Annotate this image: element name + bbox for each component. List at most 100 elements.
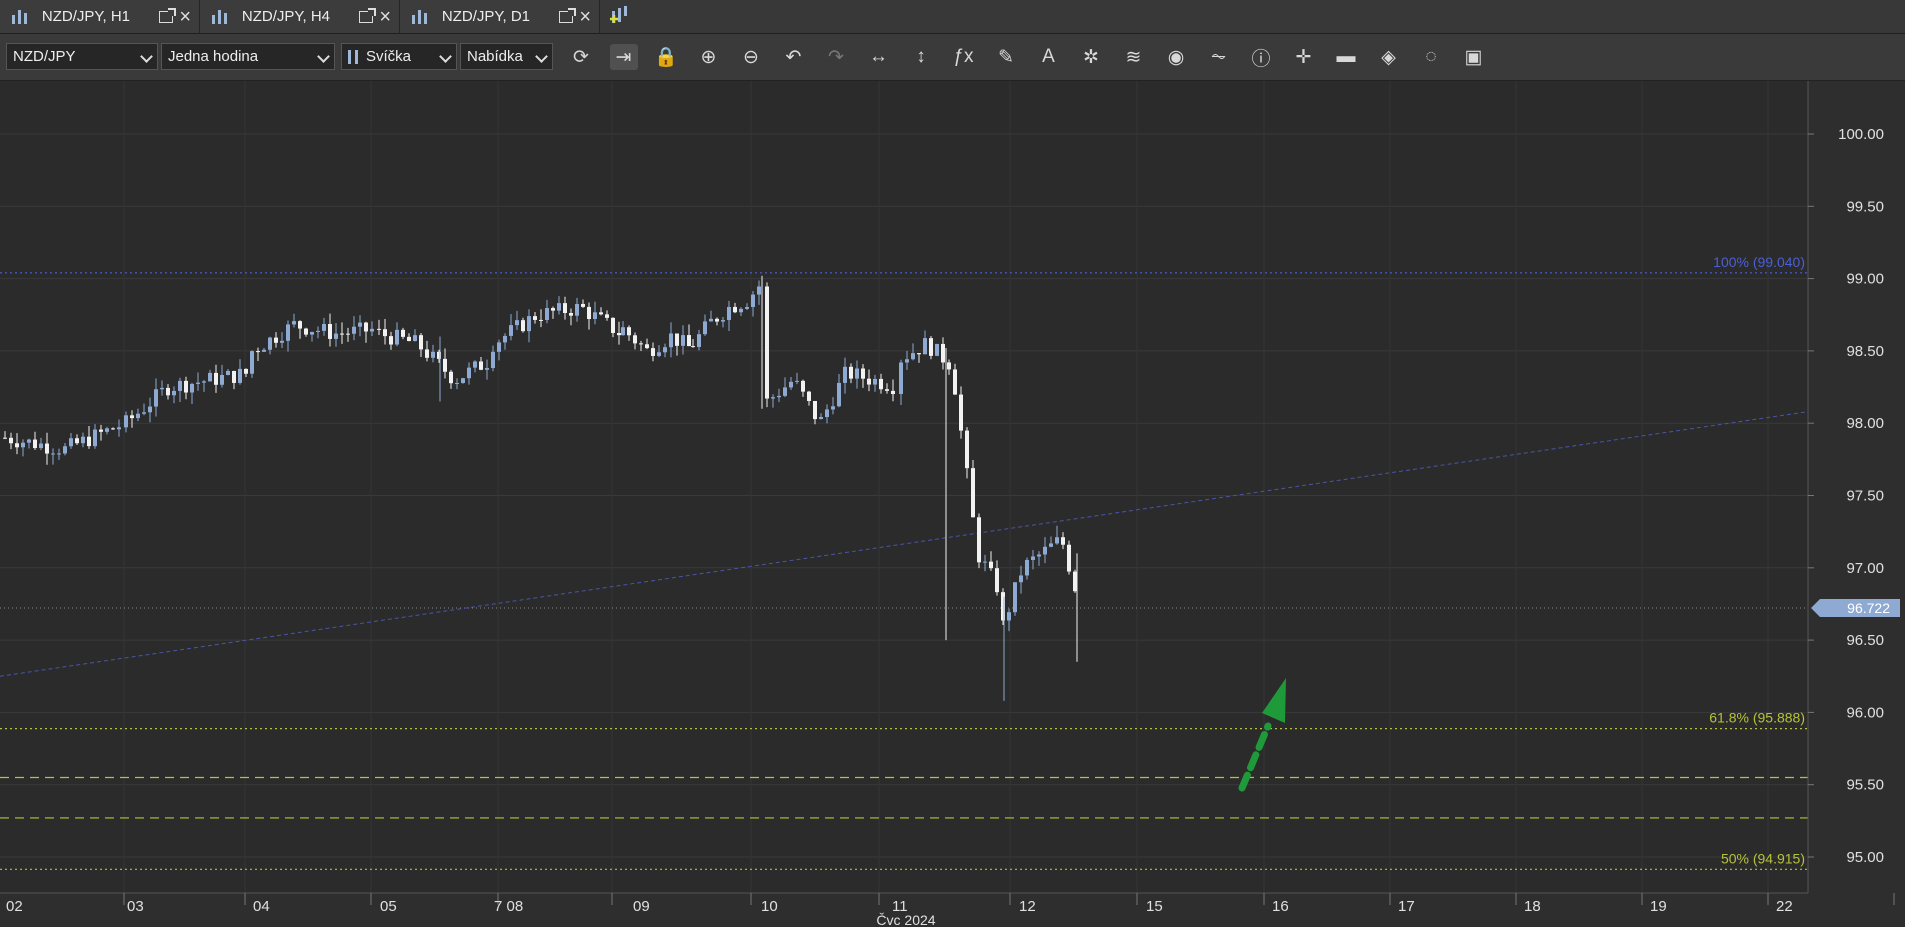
horizontal-scale-icon[interactable]: ↔ (865, 44, 893, 70)
candle-body (563, 303, 567, 314)
text-icon[interactable]: A (1035, 44, 1063, 70)
info-icon[interactable]: ⓘ (1247, 44, 1275, 70)
candle-body (739, 308, 743, 313)
candle-body (130, 415, 134, 419)
candle-body (765, 286, 769, 399)
popout-icon[interactable] (559, 7, 577, 23)
close-icon[interactable]: × (179, 7, 191, 27)
candle-body (479, 361, 483, 370)
fib-level-label: 50% (94.915) (1721, 850, 1805, 866)
candle-body (431, 351, 435, 358)
zoom-out-icon[interactable]: ⊖ (737, 44, 765, 70)
patterns-icon[interactable]: ✲ (1077, 44, 1105, 70)
candle-body (1031, 556, 1035, 560)
close-icon[interactable]: × (579, 7, 591, 27)
candle-body (136, 413, 140, 419)
candle-body (3, 437, 7, 439)
layers-icon[interactable]: ≋ (1120, 44, 1148, 70)
zoom-in-icon[interactable]: ⊕ (695, 44, 723, 70)
candle-body (39, 443, 43, 449)
candle-body (148, 406, 152, 413)
chart-type-select[interactable]: Svíčka (341, 43, 457, 70)
new-chart-tab-icon[interactable] (606, 3, 634, 29)
tab-nzdjpy-h4[interactable]: NZD/JPY, H4 × (200, 0, 400, 33)
candle-type-icon (348, 49, 360, 64)
candle-body (593, 312, 597, 319)
candle-body (178, 380, 182, 391)
tab-label: NZD/JPY, D1 (441, 8, 531, 25)
candle-body (226, 370, 230, 375)
candle-body (545, 308, 549, 321)
candle-body (310, 331, 314, 335)
period-select[interactable]: Jedna hodina (161, 43, 335, 70)
candle-body (521, 320, 525, 332)
candle-body (687, 335, 691, 347)
time-tick-label: 09 (633, 898, 650, 915)
candle-body (142, 412, 146, 414)
candle-body (184, 380, 188, 393)
shift-chart-icon[interactable]: ⇥ (609, 44, 638, 70)
candle-body (250, 351, 254, 374)
candle-body (443, 358, 447, 372)
candle-body (681, 335, 685, 346)
candle-body (425, 349, 429, 358)
candle-body (727, 306, 731, 321)
signals-icon[interactable]: ⏦ (1205, 44, 1233, 70)
tab-nzdjpy-h1[interactable]: NZD/JPY, H1 × (0, 0, 200, 33)
indicators-fx-icon[interactable]: ƒx (950, 44, 978, 70)
eye-icon[interactable]: ◉ (1162, 44, 1190, 70)
price-tick-label: 97.00 (1846, 560, 1884, 577)
candle-body (117, 427, 121, 430)
candle-body (166, 387, 170, 396)
candle-body (879, 378, 883, 390)
candle-body (160, 387, 164, 390)
candle-body (891, 390, 895, 395)
price-type-select[interactable]: Nabídka (460, 43, 553, 70)
vertical-scale-icon[interactable]: ↕ (907, 44, 935, 70)
candle-body (587, 306, 591, 319)
draw-pencil-icon[interactable]: ✎ (992, 44, 1020, 70)
popout-icon[interactable] (159, 7, 177, 23)
candle-body (575, 303, 579, 316)
candle-body (837, 382, 841, 407)
price-chart[interactable]: 100% (99.040)61.8% (95.888)50% (94.915) … (0, 81, 1905, 927)
refresh-icon[interactable]: ⟳ (567, 44, 595, 70)
fib-level-label: 100% (99.040) (1713, 254, 1805, 270)
color-bar-icon[interactable]: ▬ (1332, 44, 1360, 70)
paint-bucket-icon[interactable]: ◈ (1375, 44, 1403, 70)
candle-body (751, 294, 755, 308)
candle-body (124, 415, 128, 428)
lock-icon[interactable]: 🔒 (652, 44, 680, 70)
time-tick-label: 7 08 (494, 898, 523, 915)
instrument-value: NZD/JPY (13, 48, 76, 65)
candle-body (645, 344, 649, 349)
undo-icon[interactable]: ↶ (780, 44, 808, 70)
candle-body (57, 453, 61, 455)
candle-body (873, 378, 877, 385)
candle-body (843, 366, 847, 383)
tab-nzdjpy-d1[interactable]: NZD/JPY, D1 × (400, 0, 600, 33)
candle-body (757, 286, 761, 295)
candle-body (697, 334, 701, 347)
candle-body (905, 359, 909, 363)
candle-body (497, 342, 501, 352)
candle-body (911, 353, 915, 360)
instrument-select[interactable]: NZD/JPY (6, 43, 158, 70)
save-icon[interactable]: ▣ (1460, 44, 1488, 70)
candle-body (669, 333, 673, 348)
candle-body (971, 468, 975, 518)
redo-icon[interactable]: ↷ (822, 44, 850, 70)
popout-icon[interactable] (359, 7, 377, 23)
settings-cycle-icon[interactable]: ◌ (1417, 44, 1445, 70)
candle-body (825, 409, 829, 417)
candle-body (831, 406, 835, 410)
candles (3, 275, 1078, 701)
close-icon[interactable]: × (379, 7, 391, 27)
time-axis: 02 03 04 05 7 08 09 10 11 12 15 16 17 18 19 22Čvc 2024 (0, 892, 1905, 927)
candle-body (346, 333, 350, 335)
crosshair-icon[interactable]: ✛ (1290, 44, 1318, 70)
candle-body (819, 416, 823, 420)
price-tick-label: 98.00 (1846, 415, 1884, 432)
candle-body (322, 324, 326, 331)
candle-body (923, 338, 927, 355)
